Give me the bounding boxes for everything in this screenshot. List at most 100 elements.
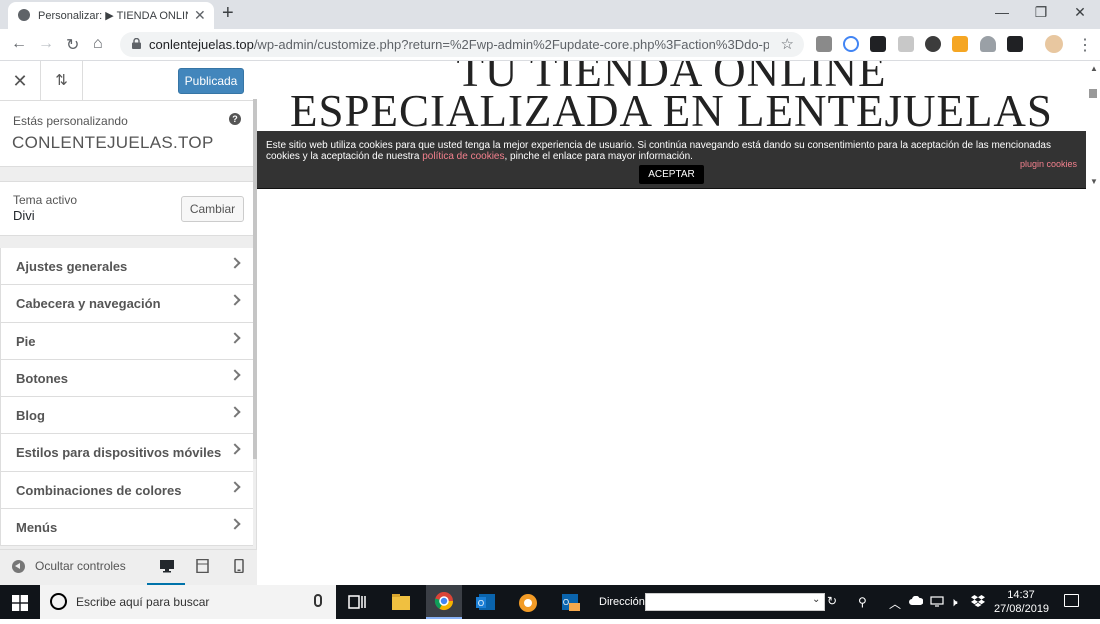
browser-tabstrip: Personalizar: ▶ TIENDA ONLINE E ✕ + — ❐ … <box>0 0 1100 29</box>
extension-check-icon[interactable] <box>870 36 886 52</box>
outlook-mail-icon[interactable]: O <box>553 589 587 617</box>
tablet-preview-icon[interactable] <box>195 559 211 573</box>
site-preview[interactable]: TU TIENDA ONLINE ESPECIALIZADA EN LENTEJ… <box>257 61 1086 585</box>
home-icon[interactable]: ⌂ <box>93 35 103 53</box>
taskbar-clock[interactable]: 14:37 27/08/2019 <box>994 588 1050 616</box>
clock-time: 14:37 <box>1007 589 1035 601</box>
section-pie[interactable]: Pie <box>0 322 253 360</box>
section-blog[interactable]: Blog <box>0 397 253 435</box>
forward-icon[interactable]: → <box>38 35 54 53</box>
theme-name: Divi <box>13 208 35 223</box>
back-icon[interactable]: ← <box>11 35 27 53</box>
extension-k-icon[interactable] <box>925 36 941 52</box>
extension-circle-icon[interactable] <box>843 36 859 52</box>
refresh-icon[interactable]: ↻ <box>827 594 837 608</box>
cortana-icon <box>50 593 67 610</box>
site-title: CONLENTEJUELAS.TOP <box>12 133 214 152</box>
url-host: conlentejuelas.top <box>149 37 254 52</box>
plugin-cookies-link[interactable]: plugin cookies <box>1020 159 1077 169</box>
outlook-icon[interactable]: O <box>469 589 503 617</box>
section-estilos-moviles[interactable]: Estilos para dispositivos móviles <box>0 434 253 472</box>
section-label: Cabecera y navegación <box>16 296 161 312</box>
section-label: Estilos para dispositivos móviles <box>16 445 222 461</box>
extension-cloud-icon[interactable] <box>980 36 996 52</box>
chevron-down-icon[interactable]: ⌄ <box>812 594 820 605</box>
cookie-banner: Este sitio web utiliza cookies para que … <box>257 131 1086 189</box>
windows-taskbar: Escribe aquí para buscar O O Dirección ⌄… <box>0 585 1100 619</box>
extension-m-icon[interactable] <box>1007 36 1023 52</box>
windows-start-icon[interactable] <box>12 595 28 611</box>
section-label: Ajustes generales <box>16 259 128 274</box>
section-ajustes-generales[interactable]: Ajustes generales <box>0 248 253 286</box>
hide-controls-label: Ocultar controles <box>35 559 126 573</box>
svg-text:O: O <box>563 598 569 607</box>
volume-icon[interactable]: 🕨 <box>950 595 958 610</box>
address-bar[interactable]: conlentejuelas.top/wp-admin/customize.ph… <box>120 32 804 57</box>
extension-shield-icon[interactable] <box>816 36 832 52</box>
restore-icon[interactable]: ❐ <box>1021 4 1061 21</box>
address-toolbar-label: Dirección <box>599 596 645 608</box>
cookie-message: Este sitio web utiliza cookies para que … <box>266 140 1078 162</box>
cookie-policy-link[interactable]: política de cookies <box>422 151 504 162</box>
clock-date: 27/08/2019 <box>994 603 1050 615</box>
url-text: conlentejuelas.top/wp-admin/customize.ph… <box>149 37 769 52</box>
window-close-icon[interactable]: ✕ <box>1060 4 1100 21</box>
action-center-icon[interactable] <box>1064 594 1079 607</box>
section-label: Blog <box>16 408 45 424</box>
address-toolbar-input[interactable] <box>645 593 825 611</box>
taskbar-search-placeholder: Escribe aquí para buscar <box>76 595 210 609</box>
reorder-icon[interactable]: ⇅ <box>41 61 83 101</box>
menu-dots-icon[interactable]: ⋮ <box>1077 35 1093 55</box>
scroll-down-icon[interactable]: ▼ <box>1090 177 1098 186</box>
close-icon[interactable]: ✕ <box>0 61 41 101</box>
tab-close-icon[interactable]: ✕ <box>194 7 206 24</box>
desktop-preview-icon[interactable] <box>159 559 175 573</box>
customizer-header: ✕ ⇅ Publicada <box>0 61 257 101</box>
chevron-right-icon <box>229 331 241 344</box>
file-explorer-icon[interactable] <box>384 589 418 617</box>
section-botones[interactable]: Botones <box>0 359 253 398</box>
chevron-right-icon <box>229 294 241 306</box>
customizing-info: Estás personalizando CONLENTEJUELAS.TOP … <box>0 101 257 167</box>
extension-grey-icon[interactable] <box>898 36 914 52</box>
chrome-icon <box>434 592 453 611</box>
chevron-right-icon <box>229 406 241 418</box>
scroll-up-icon[interactable]: ▲ <box>1090 64 1098 73</box>
lock-icon <box>132 38 141 49</box>
tab-title: Personalizar: ▶ TIENDA ONLINE E <box>38 10 188 22</box>
minimize-icon[interactable]: — <box>982 4 1022 20</box>
star-icon[interactable]: ☆ <box>781 35 794 53</box>
chevron-right-icon <box>229 443 241 456</box>
onedrive-icon[interactable] <box>909 596 923 606</box>
section-combinaciones-colores[interactable]: Combinaciones de colores <box>0 471 253 510</box>
taskbar-chrome-app[interactable] <box>426 585 462 619</box>
preview-scrollbar[interactable]: ▲ ▼ <box>1086 61 1100 585</box>
show-hidden-icons-chevron-icon[interactable]: ︿ <box>889 595 901 612</box>
collapse-arrow-icon <box>12 560 25 573</box>
profile-avatar[interactable] <box>1045 35 1063 53</box>
customizer-footer: Ocultar controles <box>0 549 257 586</box>
extension-bag-icon[interactable] <box>952 36 968 52</box>
accept-cookies-button[interactable]: ACEPTAR <box>639 165 704 184</box>
site-favicon-icon <box>18 9 30 21</box>
new-tab-icon[interactable]: + <box>222 2 234 25</box>
orange-app-icon[interactable] <box>511 589 545 617</box>
scroll-thumb[interactable] <box>1089 89 1097 98</box>
network-icon[interactable] <box>930 596 944 607</box>
chevron-right-icon <box>229 257 241 269</box>
help-icon[interactable]: ? <box>229 113 241 125</box>
chevron-right-icon <box>229 518 241 530</box>
browser-tab[interactable]: Personalizar: ▶ TIENDA ONLINE E ✕ <box>8 2 214 29</box>
cookie-text-2: , pinche el enlace para mayor informació… <box>504 151 693 162</box>
people-icon[interactable]: ⚲ <box>858 595 867 609</box>
dropbox-icon[interactable] <box>971 595 985 607</box>
taskbar-search-box[interactable]: Escribe aquí para buscar <box>40 585 336 619</box>
microphone-icon[interactable] <box>314 594 322 607</box>
section-menus[interactable]: Menús <box>0 509 253 547</box>
mobile-preview-icon[interactable] <box>231 559 247 573</box>
publish-button[interactable]: Publicada <box>178 68 244 94</box>
change-theme-button[interactable]: Cambiar <box>181 196 244 222</box>
section-cabecera-navegacion[interactable]: Cabecera y navegación <box>0 285 253 323</box>
reload-icon[interactable]: ↻ <box>66 35 79 55</box>
task-view-icon[interactable] <box>340 589 374 617</box>
